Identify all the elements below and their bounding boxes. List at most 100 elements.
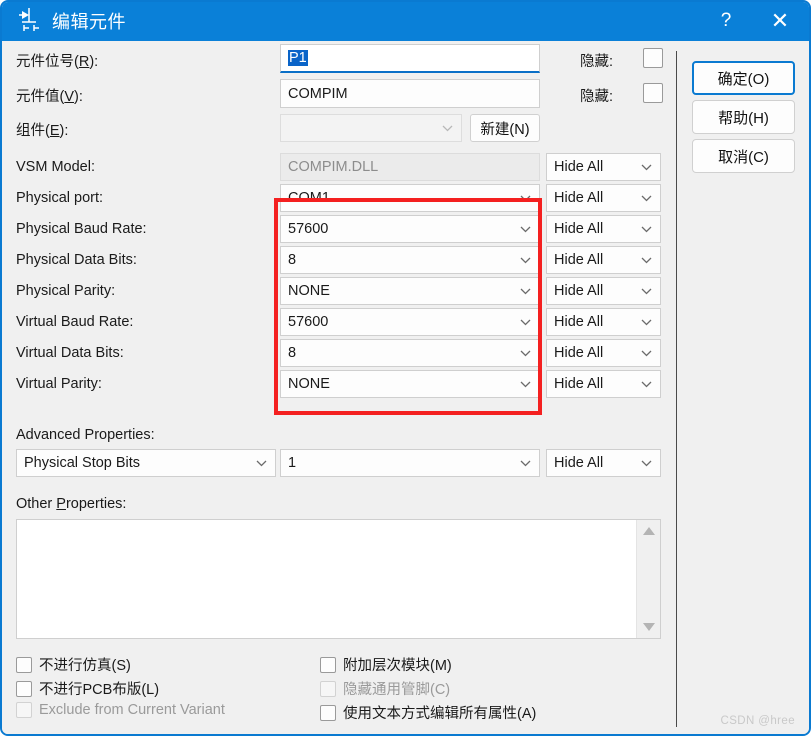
- scroll-up-icon[interactable]: [642, 526, 656, 536]
- property-hide-value: Hide All: [554, 221, 604, 237]
- chevron-down-icon: [641, 288, 652, 295]
- property-label: Physical Parity:: [16, 283, 116, 299]
- element-combo[interactable]: [280, 114, 462, 142]
- property-hide-value: Hide All: [554, 252, 604, 268]
- edit-component-dialog: 编辑元件 ? ✕ 元件位号(R): P1 隐藏: 元件值(V): COMPIM …: [0, 0, 811, 736]
- scroll-down-icon[interactable]: [642, 622, 656, 632]
- property-value-combo[interactable]: 8: [280, 246, 540, 274]
- property-value-text: 57600: [288, 221, 329, 237]
- chevron-down-icon: [442, 125, 453, 132]
- value-text: COMPIM: [288, 85, 348, 102]
- title-bar: 编辑元件 ? ✕: [2, 2, 809, 41]
- property-value-combo[interactable]: NONE: [280, 370, 540, 398]
- checkbox-label: 使用文本方式编辑所有属性(A): [343, 706, 537, 722]
- reference-hide-label: 隐藏:: [580, 54, 614, 70]
- chevron-down-icon: [520, 381, 531, 388]
- checkbox-label: 不进行PCB布版(L): [39, 682, 160, 698]
- property-value-combo[interactable]: 57600: [280, 308, 540, 336]
- property-hide-combo[interactable]: Hide All: [546, 246, 661, 274]
- element-label: 组件(E):: [16, 123, 69, 139]
- chevron-down-icon: [520, 460, 531, 467]
- chevron-down-icon: [641, 257, 652, 264]
- property-value-text: NONE: [288, 283, 330, 299]
- chevron-down-icon: [520, 319, 531, 326]
- chevron-down-icon: [520, 288, 531, 295]
- chevron-down-icon: [641, 164, 652, 171]
- chevron-down-icon: [641, 195, 652, 202]
- property-value-combo[interactable]: NONE: [280, 277, 540, 305]
- reference-input[interactable]: P1: [280, 44, 540, 73]
- advanced-value-combo[interactable]: 1: [280, 449, 540, 477]
- vertical-separator: [676, 51, 677, 727]
- close-icon[interactable]: ✕: [757, 2, 803, 41]
- chevron-down-icon: [520, 350, 531, 357]
- property-hide-combo[interactable]: Hide All: [546, 308, 661, 336]
- new-element-button[interactable]: 新建(N): [470, 114, 540, 142]
- advanced-hide-combo[interactable]: Hide All: [546, 449, 661, 477]
- property-hide-value: Hide All: [554, 190, 604, 206]
- advanced-value-text: 1: [288, 455, 297, 471]
- help-icon[interactable]: ?: [703, 2, 749, 41]
- property-label: Physical Baud Rate:: [16, 221, 147, 237]
- reference-label: 元件位号(R):: [16, 54, 99, 70]
- property-hide-combo[interactable]: Hide All: [546, 339, 661, 367]
- chevron-down-icon: [520, 257, 531, 264]
- checkbox-box: [16, 702, 32, 718]
- property-hide-value: Hide All: [554, 283, 604, 299]
- checkbox-label: Exclude from Current Variant: [39, 702, 225, 718]
- component-circuit-icon: [16, 7, 42, 33]
- property-hide-value: Hide All: [554, 345, 604, 361]
- property-label: Virtual Data Bits:: [16, 345, 124, 361]
- help-button[interactable]: 帮助(H): [692, 100, 795, 134]
- checkbox-box[interactable]: [320, 656, 336, 673]
- property-hide-value: Hide All: [554, 159, 604, 175]
- chevron-down-icon: [256, 460, 267, 467]
- property-hide-value: Hide All: [554, 376, 604, 392]
- checkbox-row: 隐藏通用管脚(C): [320, 678, 450, 699]
- cancel-button[interactable]: 取消(C): [692, 139, 795, 173]
- property-value-text: 57600: [288, 314, 329, 330]
- value-input[interactable]: COMPIM: [280, 79, 540, 108]
- property-hide-combo[interactable]: Hide All: [546, 370, 661, 398]
- checkbox-box[interactable]: [16, 680, 32, 697]
- checkbox-box[interactable]: [16, 656, 32, 673]
- advanced-property-combo[interactable]: Physical Stop Bits: [16, 449, 276, 477]
- checkbox-box[interactable]: [320, 704, 336, 721]
- property-value-combo[interactable]: COM1: [280, 184, 540, 212]
- value-hide-checkbox[interactable]: [643, 83, 663, 103]
- property-value-text: 8: [288, 345, 297, 361]
- other-properties-textarea[interactable]: [16, 519, 661, 639]
- watermark: CSDN @hree: [720, 715, 795, 727]
- checkbox-row: Exclude from Current Variant: [16, 702, 225, 718]
- chevron-down-icon: [641, 350, 652, 357]
- other-properties-text[interactable]: [17, 520, 635, 638]
- chevron-down-icon: [520, 195, 531, 202]
- checkbox-label: 不进行仿真(S): [39, 658, 131, 674]
- other-properties-scrollbar[interactable]: [636, 520, 660, 638]
- property-value-text: 8: [288, 252, 297, 268]
- window-title: 编辑元件: [52, 12, 126, 32]
- checkbox-row[interactable]: 不进行PCB布版(L): [16, 678, 159, 699]
- value-label: 元件值(V):: [16, 89, 83, 105]
- property-label: VSM Model:: [16, 159, 95, 175]
- property-hide-combo[interactable]: Hide All: [546, 184, 661, 212]
- property-value-text: NONE: [288, 376, 330, 392]
- property-value-combo[interactable]: 8: [280, 339, 540, 367]
- checkbox-label: 隐藏通用管脚(C): [343, 682, 451, 698]
- ok-button[interactable]: 确定(O): [692, 61, 795, 95]
- property-hide-combo[interactable]: Hide All: [546, 153, 661, 181]
- checkbox-row[interactable]: 附加层次模块(M): [320, 654, 452, 675]
- property-hide-combo[interactable]: Hide All: [546, 215, 661, 243]
- checkbox-row[interactable]: 不进行仿真(S): [16, 654, 131, 675]
- chevron-down-icon: [641, 319, 652, 326]
- property-value-combo[interactable]: 57600: [280, 215, 540, 243]
- property-hide-combo[interactable]: Hide All: [546, 277, 661, 305]
- checkbox-row[interactable]: 使用文本方式编辑所有属性(A): [320, 702, 536, 723]
- property-label: Physical port:: [16, 190, 104, 206]
- property-value-text: COMPIM.DLL: [288, 159, 379, 175]
- property-label: Virtual Baud Rate:: [16, 314, 134, 330]
- checkbox-label: 附加层次模块(M): [343, 658, 452, 674]
- property-label: Physical Data Bits:: [16, 252, 137, 268]
- chevron-down-icon: [641, 460, 652, 467]
- reference-hide-checkbox[interactable]: [643, 48, 663, 68]
